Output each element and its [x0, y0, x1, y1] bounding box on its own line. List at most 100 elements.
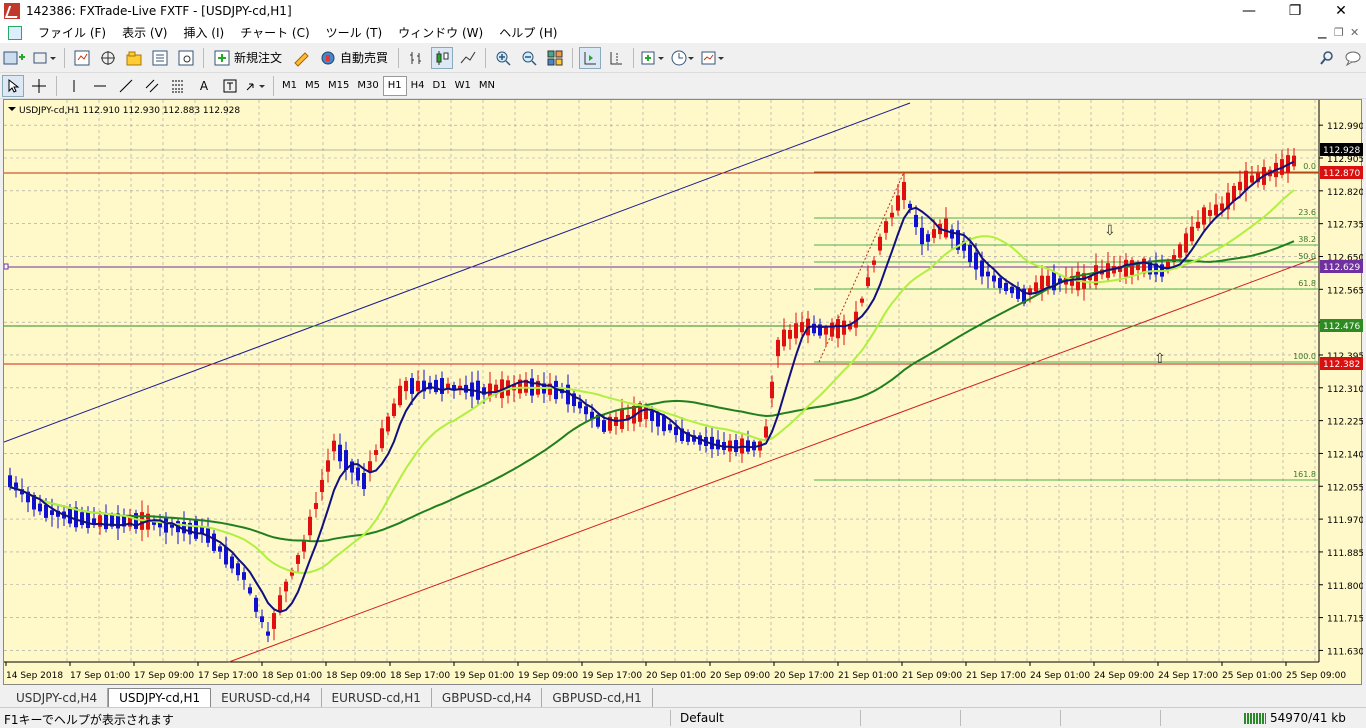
tab-eurusd-h4[interactable]: EURUSD-cd,H4	[211, 688, 322, 707]
auto-scroll-icon[interactable]	[579, 46, 602, 69]
x-tick-label: 17 Sep 17:00	[198, 671, 258, 681]
bear-candle	[578, 401, 582, 409]
bear-candle	[992, 275, 996, 282]
bear-candle	[80, 512, 84, 525]
bull-candle	[404, 380, 408, 392]
bear-candle	[230, 556, 234, 569]
tab-eurusd-h1[interactable]: EURUSD-cd,H1	[322, 688, 432, 707]
level-handle[interactable]	[4, 263, 9, 270]
mdi-close-icon[interactable]: ✕	[1350, 26, 1359, 39]
trendline-icon[interactable]	[115, 75, 137, 97]
zoom-out-icon[interactable]	[518, 47, 540, 69]
timeframe-m30[interactable]: M30	[353, 76, 382, 96]
bear-candle	[254, 597, 258, 612]
minimize-button[interactable]: —	[1226, 0, 1272, 22]
periods-button[interactable]	[670, 47, 696, 69]
price-level-label: 112.629	[1323, 263, 1360, 273]
mdi-restore-icon[interactable]: ❐	[1334, 26, 1344, 39]
bear-candle	[998, 277, 1002, 289]
text-icon[interactable]: A	[193, 75, 215, 97]
bull-candle	[884, 221, 888, 233]
bull-candle	[800, 322, 804, 333]
bull-candle	[1238, 181, 1242, 191]
timeframe-h1[interactable]: H1	[382, 75, 407, 96]
toolbar-separator	[485, 47, 487, 68]
mdi-minimize-icon[interactable]: ▁	[1318, 26, 1326, 39]
data-window-icon[interactable]	[97, 47, 119, 69]
menu-chart[interactable]: チャート (C)	[232, 24, 317, 41]
market-watch-icon[interactable]	[71, 47, 93, 69]
templates-button[interactable]	[700, 47, 726, 69]
tab-usdjpy-h4[interactable]: USDJPY-cd,H4	[6, 688, 109, 707]
chat-icon[interactable]	[1342, 47, 1364, 69]
horizontal-line-icon[interactable]	[89, 75, 111, 97]
bear-candle	[968, 244, 972, 263]
text-label-icon[interactable]	[219, 75, 241, 97]
fib-level-label: 50.0	[1298, 252, 1316, 261]
terminal-icon[interactable]	[149, 47, 171, 69]
bull-candle	[308, 516, 312, 536]
timeframe-d1[interactable]: D1	[429, 76, 451, 96]
navigator-icon[interactable]	[123, 47, 145, 69]
menu-file[interactable]: ファイル (F)	[30, 24, 114, 41]
line-chart-icon[interactable]	[457, 47, 479, 69]
toolbar-separator	[572, 47, 574, 68]
search-icon[interactable]	[1316, 47, 1338, 69]
new-chart-button[interactable]	[2, 47, 28, 69]
timeframe-w1[interactable]: W1	[451, 76, 475, 96]
timeframe-h4[interactable]: H4	[407, 76, 429, 96]
strategy-tester-icon[interactable]	[175, 47, 197, 69]
equidistant-channel-icon[interactable]	[141, 75, 163, 97]
auto-trading-button[interactable]: 自動売買	[316, 47, 392, 69]
tab-usdjpy-h1[interactable]: USDJPY-cd,H1	[108, 688, 212, 707]
price-chart[interactable]: 112.990112.905112.820112.735112.650112.5…	[4, 100, 1363, 686]
restore-button[interactable]: ❐	[1272, 0, 1318, 22]
bull-candle	[1292, 155, 1296, 167]
bull-candle	[872, 260, 876, 265]
profiles-button[interactable]	[32, 47, 58, 69]
bear-candle	[1052, 271, 1056, 291]
crosshair-icon[interactable]	[28, 75, 50, 97]
new-order-button[interactable]: 新規注文	[210, 47, 286, 69]
menu-window[interactable]: ウィンドウ (W)	[390, 24, 491, 41]
timeframe-m15[interactable]: M15	[324, 76, 353, 96]
bear-candle	[164, 516, 168, 533]
arrows-button[interactable]	[245, 75, 267, 97]
candlestick-icon[interactable]	[431, 46, 454, 69]
menu-help[interactable]: ヘルプ (H)	[491, 24, 565, 41]
x-tick-label: 25 Sep 09:00	[1286, 671, 1346, 681]
fib-level-label: 0.0	[1303, 162, 1316, 171]
metaeditor-icon[interactable]	[290, 47, 312, 69]
fib-level-label: 61.8	[1298, 279, 1316, 288]
bear-candle	[950, 229, 954, 239]
bull-candle	[284, 581, 288, 592]
zoom-in-icon[interactable]	[492, 47, 514, 69]
timeframe-m5[interactable]: M5	[301, 76, 324, 96]
y-tick-label: 112.820	[1327, 188, 1363, 198]
bull-candle	[326, 460, 330, 472]
bull-candle	[896, 195, 900, 211]
vertical-line-icon[interactable]	[63, 75, 85, 97]
menu-tools[interactable]: ツール (T)	[318, 24, 391, 41]
x-tick-label: 17 Sep 09:00	[134, 671, 194, 681]
tab-gbpusd-h4[interactable]: GBPUSD-cd,H4	[432, 688, 543, 707]
menu-insert[interactable]: 挿入 (I)	[175, 24, 232, 41]
tab-gbpusd-h1[interactable]: GBPUSD-cd,H1	[542, 688, 653, 707]
x-tick-label: 24 Sep 17:00	[1158, 671, 1218, 681]
cursor-icon[interactable]	[2, 74, 24, 97]
menu-view[interactable]: 表示 (V)	[114, 24, 175, 41]
bear-candle	[38, 503, 42, 512]
tile-windows-icon[interactable]	[544, 47, 566, 69]
timeframe-m1[interactable]: M1	[278, 76, 301, 96]
fibonacci-icon[interactable]	[167, 75, 189, 97]
connection-bars-icon	[1244, 713, 1266, 724]
timeframe-mn[interactable]: MN	[475, 76, 499, 96]
bull-candle	[794, 323, 798, 339]
chart-window[interactable]: 112.990 112.905 112.820 112.735 112.650 112.5…	[3, 99, 1363, 686]
bear-candle	[908, 203, 912, 209]
toolbar-separator	[203, 47, 204, 68]
close-button[interactable]: ✕	[1318, 0, 1364, 22]
indicators-button[interactable]	[640, 47, 666, 69]
chart-shift-icon[interactable]	[605, 47, 627, 69]
bar-chart-icon[interactable]	[405, 47, 427, 69]
